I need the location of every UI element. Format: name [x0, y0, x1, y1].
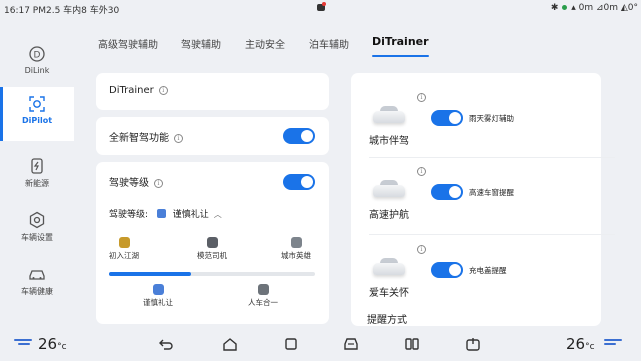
level-badge-icon: [206, 237, 218, 248]
car-illustration-icon: [371, 177, 407, 201]
tab-parking-assist[interactable]: 泊车辅助: [309, 36, 349, 51]
car-illustration-icon: [371, 255, 407, 279]
sidebar-item-car-health[interactable]: 车辆健康: [0, 257, 74, 311]
feature-car-care: i 充电盖提醒 爱车关怀: [351, 241, 601, 307]
info-icon[interactable]: i: [158, 86, 168, 95]
recent-apps-icon[interactable]: [283, 336, 299, 352]
level-badge-icon: [118, 237, 130, 248]
sidebar-item-car-settings[interactable]: 车辆设置: [0, 203, 74, 257]
connection-dot-icon: [562, 5, 568, 10]
fan-left-icon[interactable]: [14, 339, 34, 349]
info-icon[interactable]: i: [417, 245, 426, 254]
fog-light-toggle[interactable]: [431, 110, 463, 126]
car-illustration-icon: [371, 103, 407, 127]
svg-text:D: D: [34, 51, 41, 61]
status-right-text: 0m ⊿0m ◭0°: [578, 3, 638, 13]
level-title: 驾驶等级: [109, 178, 149, 189]
status-left-text: 16:17 PM2.5 车内8 车外30: [4, 6, 120, 16]
battery-icon: [31, 158, 43, 174]
level-badge-icon: [290, 237, 302, 248]
sidebar-item-label: DiLink: [24, 66, 50, 75]
notification-icon: [316, 2, 326, 13]
driving-level-card: 驾驶等级 i 驾驶等级: 谨慎礼让 ︿ 初入江湖 模范司机 城市英雄 谨慎礼让 人…: [96, 162, 329, 324]
info-icon[interactable]: i: [417, 93, 426, 102]
smart-drive-card: 全新智驾功能 i: [96, 117, 329, 155]
bottom-bar: 26°c 26°c: [0, 327, 641, 361]
tab-driving-assist[interactable]: 驾驶辅助: [181, 36, 221, 51]
feature-city-companion: i 雨天雾灯辅助 城市伴驾: [351, 89, 601, 155]
sidebar-item-label: 新能源: [25, 179, 49, 188]
sidebar-item-label: 车辆设置: [21, 233, 53, 242]
sidebar: D DiLink DiPilot 新能源 车辆设置 车辆健康: [0, 17, 74, 327]
sidebar-item-dipilot[interactable]: DiPilot: [0, 87, 74, 141]
split-screen-icon[interactable]: [404, 336, 420, 352]
level-item: 谨慎礼让: [143, 284, 173, 308]
window-reminder-label: 高速车窗提醒: [469, 188, 514, 197]
temp-right[interactable]: 26°c: [566, 335, 595, 353]
dilink-icon: D: [29, 46, 45, 62]
home-icon[interactable]: [222, 336, 238, 352]
status-bar: 16:17 PM2.5 车内8 车外30 ✱ ▴ 0m ⊿0m ◭0°: [0, 0, 641, 17]
fan-right-icon[interactable]: [604, 339, 624, 349]
dipilot-icon: [29, 96, 45, 112]
feature-highway-escort: i 高速车窗提醒 高速护航: [351, 163, 601, 229]
current-level-value: 谨慎礼让: [172, 210, 209, 220]
level-item: 城市英雄: [281, 237, 311, 261]
divider: [369, 157, 615, 158]
feature-name: 城市伴驾: [369, 136, 409, 147]
reminder-method-label: 提醒方式: [367, 315, 407, 326]
window-reminder-toggle[interactable]: [431, 184, 463, 200]
temp-left[interactable]: 26°c: [38, 335, 67, 353]
level-badge-icon: [152, 284, 164, 295]
tab-active-safety[interactable]: 主动安全: [245, 36, 285, 51]
charging-cap-toggle[interactable]: [431, 262, 463, 278]
smart-drive-label: 全新智驾功能: [109, 133, 169, 144]
current-level[interactable]: 驾驶等级: 谨慎礼让 ︿: [109, 207, 222, 220]
chevron-up-icon: ︿: [213, 210, 222, 219]
tab-ditrainer[interactable]: DiTrainer: [372, 35, 429, 57]
charging-cap-label: 充电盖提醒: [469, 266, 507, 275]
level-item: 人车合一: [248, 284, 278, 308]
power-icon[interactable]: [465, 336, 481, 352]
car-view-icon[interactable]: [343, 336, 359, 352]
level-badge-icon: [156, 209, 166, 218]
bluetooth-icon: ✱: [550, 3, 559, 13]
car-settings-icon: [29, 211, 45, 229]
sidebar-item-dilink[interactable]: D DiLink: [0, 37, 74, 91]
level-item: 初入江湖: [109, 237, 139, 261]
info-icon[interactable]: i: [174, 134, 183, 143]
level-progress-fill: [109, 272, 192, 276]
sidebar-item-new-energy[interactable]: 新能源: [0, 149, 74, 203]
sidebar-item-label: 车辆健康: [21, 287, 53, 296]
level-badge-icon: [257, 284, 269, 295]
info-icon[interactable]: i: [417, 167, 426, 176]
driving-level-toggle[interactable]: [283, 174, 315, 190]
feature-name: 爱车关怀: [369, 288, 409, 299]
info-icon[interactable]: i: [154, 179, 163, 188]
feature-name: 高速护航: [369, 210, 409, 221]
status-right: ✱ ▴ 0m ⊿0m ◭0°: [551, 3, 638, 13]
car-health-icon: [29, 270, 45, 280]
sidebar-item-label: DiPilot: [21, 116, 53, 125]
current-level-prefix: 驾驶等级:: [109, 210, 149, 220]
divider: [369, 234, 615, 235]
ditrainer-title: DiTrainer: [109, 85, 154, 96]
smart-drive-toggle[interactable]: [283, 128, 315, 144]
tab-advanced-assist[interactable]: 高级驾驶辅助: [98, 36, 158, 51]
reminders-card: i 雨天雾灯辅助 城市伴驾 i 高速车窗提醒 高速护航 i 充电盖提醒 爱车关怀…: [351, 73, 615, 326]
signal-icon: ▴: [571, 3, 576, 13]
level-item: 模范司机: [197, 237, 227, 261]
back-icon[interactable]: [158, 336, 174, 352]
ditrainer-card: DiTrainer i: [96, 73, 329, 110]
fog-light-label: 雨天雾灯辅助: [469, 114, 514, 123]
level-progress-track: [109, 272, 315, 276]
